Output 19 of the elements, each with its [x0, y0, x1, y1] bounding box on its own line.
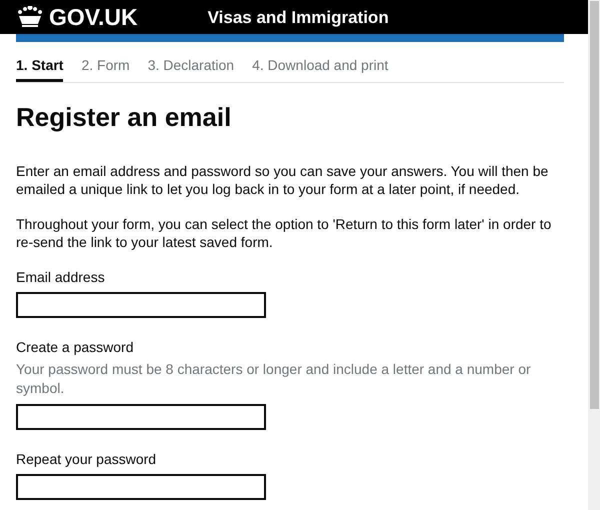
- step-tab[interactable]: 2. Form: [81, 55, 130, 82]
- step-tab[interactable]: 1. Start: [16, 55, 64, 82]
- body-paragraph: Enter an email address and password so you can save your answers. You will then be emailed a unique link to let you log back in to your form at a later point, if needed.: [16, 162, 550, 198]
- input-field[interactable]: [16, 474, 266, 500]
- field-hint: Your password must be 8 characters or longer and include a letter and a number or symbol.: [16, 360, 532, 398]
- page-heading: Register an email: [16, 101, 232, 134]
- input-field[interactable]: [16, 292, 266, 318]
- step-tab[interactable]: 4. Download and print: [252, 55, 388, 82]
- body-paragraph: Throughout your form, you can select the option to 'Return to this form later' in order to re-send the link to your latest saved form.: [16, 214, 552, 250]
- input-field[interactable]: [16, 404, 266, 430]
- scrollbar[interactable]: [588, 0, 600, 510]
- step-tab[interactable]: 3. Declaration: [148, 55, 234, 82]
- service-name[interactable]: Visas and Immigration: [208, 8, 389, 26]
- logo-text[interactable]: GOV.UK: [49, 6, 138, 28]
- scrollbar-thumb[interactable]: [590, 1, 598, 409]
- field-label: Repeat your password: [16, 450, 158, 468]
- field-label: Create a password: [16, 338, 135, 356]
- field-label: Email address: [16, 268, 106, 286]
- crown-icon: [17, 6, 43, 28]
